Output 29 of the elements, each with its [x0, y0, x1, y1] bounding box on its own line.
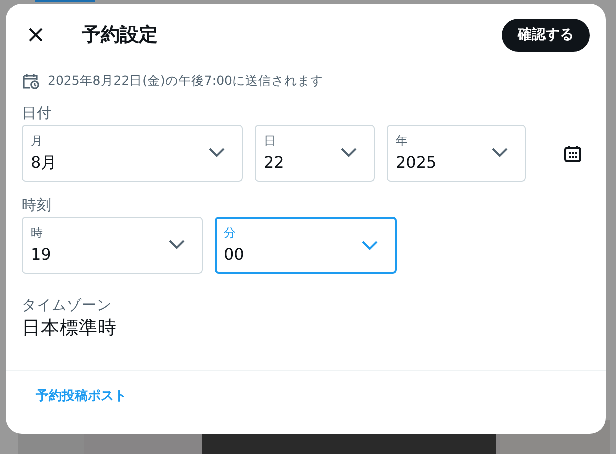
chevron-down-icon — [491, 146, 509, 158]
chevron-down-icon — [361, 239, 379, 251]
dropdown[interactable]: 日 22 — [255, 125, 375, 182]
calendar-clock-icon — [22, 72, 40, 90]
timezone-label: タイムゾーン — [22, 297, 112, 315]
dropdown-value: 00 — [224, 245, 246, 264]
dropdown-value: 19 — [31, 245, 52, 264]
calendar-icon[interactable] — [564, 144, 582, 162]
dropdown-label: 分 — [224, 225, 237, 242]
dropdown[interactable]: 年 2025 — [387, 125, 526, 182]
schedule-note: 2025年8月22日(金)の午後7:00に送信されます — [48, 72, 324, 90]
dropdown-value: 22 — [264, 153, 286, 172]
dropdown-label: 日 — [264, 133, 277, 150]
dropdown-value: 8月 — [31, 153, 58, 174]
dropdown[interactable]: 分 00 — [215, 217, 397, 274]
timezone-value: 日本標準時 — [22, 317, 118, 340]
time-label: 時刻 — [22, 196, 52, 215]
dropdown-label: 年 — [396, 133, 409, 150]
chevron-down-icon — [168, 238, 186, 250]
date-label: 日付 — [22, 105, 52, 123]
confirm-button[interactable]: 確認する — [502, 18, 590, 52]
dropdown-label: 月 — [31, 133, 44, 150]
dropdown[interactable]: 月 8月 — [22, 125, 243, 182]
dropdown-label: 時 — [31, 225, 44, 242]
dropdown-value: 2025 — [396, 153, 438, 172]
chevron-down-icon — [208, 146, 226, 158]
dropdown[interactable]: 時 19 — [22, 217, 203, 274]
chevron-down-icon — [340, 146, 358, 158]
dialog-title: 予約設定 — [82, 23, 159, 48]
